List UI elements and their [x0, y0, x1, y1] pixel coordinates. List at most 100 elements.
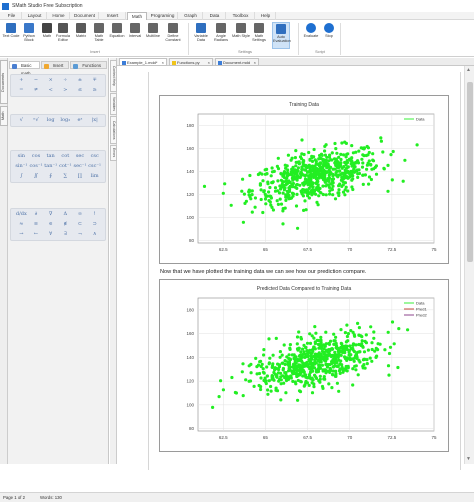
tab-insert[interactable]: Insert	[40, 61, 70, 69]
symbol-button[interactable]: cot	[58, 153, 73, 160]
symbol-button[interactable]: ←	[29, 231, 44, 238]
angle-radians-button[interactable]: Angle Radians	[212, 22, 230, 49]
tab-basic-math[interactable]: Basic math	[9, 61, 40, 76]
symbol-button[interactable]: sec⁻¹	[73, 163, 88, 170]
tab-math[interactable]: Math	[0, 106, 8, 126]
symbol-button[interactable]: !	[87, 211, 102, 218]
menu-tab-math[interactable]: Math	[127, 12, 147, 20]
symbol-button[interactable]: <	[43, 87, 58, 94]
symbol-button[interactable]: ×	[43, 77, 58, 84]
text-code-button[interactable]: Text Code	[2, 22, 20, 49]
tab-documents[interactable]: Documents	[0, 60, 8, 104]
menu-tab-file[interactable]: File	[2, 12, 22, 20]
symbol-button[interactable]: √	[14, 117, 29, 124]
symbol-button[interactable]: ≥	[87, 87, 102, 94]
formula-editor-button[interactable]: Formula Editor	[54, 22, 72, 49]
symbol-button[interactable]: ≤	[73, 87, 88, 94]
document-canvas[interactable]: Training Data 62.5 65 67.5 70 72.5 75 80 100 120 1…	[117, 66, 474, 470]
symbol-button[interactable]: ¬	[73, 231, 88, 238]
symbol-button[interactable]: ∧	[87, 231, 102, 238]
symbol-button[interactable]: ≡	[29, 221, 44, 228]
symbol-button[interactable]: ∃	[58, 231, 73, 238]
menu-tab-graph[interactable]: Graph	[179, 12, 203, 20]
symbol-button[interactable]: Δ	[58, 211, 73, 218]
symbol-button[interactable]: csc	[87, 153, 102, 160]
menu-tab-data[interactable]: Data	[204, 12, 226, 20]
symbol-button[interactable]: sin	[14, 153, 29, 160]
symbol-button[interactable]: csc⁻¹	[87, 163, 102, 170]
tab-errors[interactable]: Errors	[110, 145, 117, 161]
symbol-button[interactable]: cot⁻¹	[58, 163, 73, 170]
multiline-button[interactable]: Multiline	[144, 22, 162, 49]
symbol-button[interactable]: ∏	[73, 173, 88, 180]
symbol-button[interactable]: +	[14, 77, 29, 84]
evaluate-button[interactable]: Evaluate	[302, 22, 320, 49]
doc-tab-example[interactable]: Example_1.mdd* ×	[119, 58, 167, 66]
symbol-button[interactable]: |x|	[87, 117, 102, 124]
paragraph-text[interactable]: Now that we have plotted the training da…	[160, 269, 366, 275]
symbol-button[interactable]: tan	[43, 153, 58, 160]
equation-button[interactable]: Equation	[108, 22, 126, 49]
symbol-button[interactable]: ∉	[58, 221, 73, 228]
symbol-button[interactable]: ⁿ√	[29, 117, 44, 124]
scrollbar-thumb[interactable]	[467, 82, 473, 262]
menu-tab-insert[interactable]: Insert	[100, 12, 126, 20]
math-table-button[interactable]: Math Table	[90, 22, 108, 49]
vertical-scrollbar[interactable]: ▲ ▼	[464, 66, 474, 464]
tab-context-help[interactable]: Context Help	[110, 60, 117, 92]
math-settings-button[interactable]: Math Settings	[250, 22, 268, 49]
symbol-button[interactable]: ⊃	[87, 221, 102, 228]
scroll-up-icon[interactable]: ▲	[466, 67, 471, 73]
symbol-button[interactable]: d/dx	[14, 211, 29, 218]
symbol-button[interactable]: ∑	[58, 173, 73, 180]
training-data-plot[interactable]: Training Data 62.5 65 67.5 70 72.5 75 80 100 120 1…	[159, 95, 449, 264]
symbol-button[interactable]: ∬	[29, 173, 44, 180]
symbol-button[interactable]: ∞	[73, 211, 88, 218]
document-page[interactable]: Training Data 62.5 65 67.5 70 72.5 75 80 100 120 1…	[148, 72, 461, 470]
stop-button[interactable]: Stop	[320, 22, 338, 49]
symbol-button[interactable]: sin⁻¹	[14, 163, 29, 170]
symbol-button[interactable]: ÷	[58, 77, 73, 84]
variable-data-button[interactable]: Variable Data	[192, 22, 210, 49]
symbol-button[interactable]: ∫	[14, 173, 29, 180]
define-constant-button[interactable]: Define Constant	[164, 22, 182, 49]
symbol-button[interactable]: →	[14, 231, 29, 238]
symbol-button[interactable]: cos	[29, 153, 44, 160]
symbol-button[interactable]: ∈	[43, 221, 58, 228]
menu-tab-document[interactable]: Document	[71, 12, 99, 20]
tab-variables[interactable]: Variables	[110, 93, 117, 115]
symbol-button[interactable]: ∮	[43, 173, 58, 180]
symbol-button[interactable]: eˣ	[73, 117, 88, 124]
symbol-button[interactable]: ∀	[43, 231, 58, 238]
tab-functions[interactable]: Functions	[70, 61, 107, 69]
menu-tab-help[interactable]: Help	[256, 12, 276, 20]
menu-tab-toolbox[interactable]: Toolbox	[227, 12, 255, 20]
symbol-button[interactable]: sec	[73, 153, 88, 160]
menu-tab-layout[interactable]: Layout	[23, 12, 47, 20]
symbol-button[interactable]: cos⁻¹	[29, 163, 44, 170]
python-block-button[interactable]: Python Block	[20, 22, 38, 49]
symbol-button[interactable]: ±	[73, 77, 88, 84]
symbol-button[interactable]: ⊂	[73, 221, 88, 228]
symbol-button[interactable]: ∓	[87, 77, 102, 84]
prediction-comparison-plot[interactable]: Predicted Data Compared to Training Data…	[159, 279, 449, 452]
symbol-button[interactable]: ≠	[29, 87, 44, 94]
symbol-button[interactable]: ∇	[43, 211, 58, 218]
symbol-button[interactable]: ≈	[14, 221, 29, 228]
symbol-button[interactable]: ∂	[29, 211, 44, 218]
menu-tab-programing[interactable]: Programing	[148, 12, 178, 20]
tab-calculations[interactable]: Calculations	[110, 116, 117, 144]
symbol-button[interactable]: lim	[87, 173, 102, 180]
symbol-button[interactable]: >	[58, 87, 73, 94]
doc-tab-functions[interactable]: Functions.py ×	[169, 58, 213, 66]
math-style-button[interactable]: Math Style	[232, 22, 250, 49]
symbol-button[interactable]: =	[14, 87, 29, 94]
scroll-down-icon[interactable]: ▼	[466, 456, 471, 462]
symbol-button[interactable]: log₂	[58, 117, 73, 124]
interval-button[interactable]: Interval	[126, 22, 144, 49]
menu-tab-home[interactable]: Home	[48, 12, 70, 20]
symbol-button[interactable]: log	[43, 117, 58, 124]
matrix-button[interactable]: Matrix	[72, 22, 90, 49]
doc-tab-document[interactable]: Document.mdd ×	[215, 58, 259, 66]
symbol-button[interactable]: tan⁻¹	[43, 163, 58, 170]
